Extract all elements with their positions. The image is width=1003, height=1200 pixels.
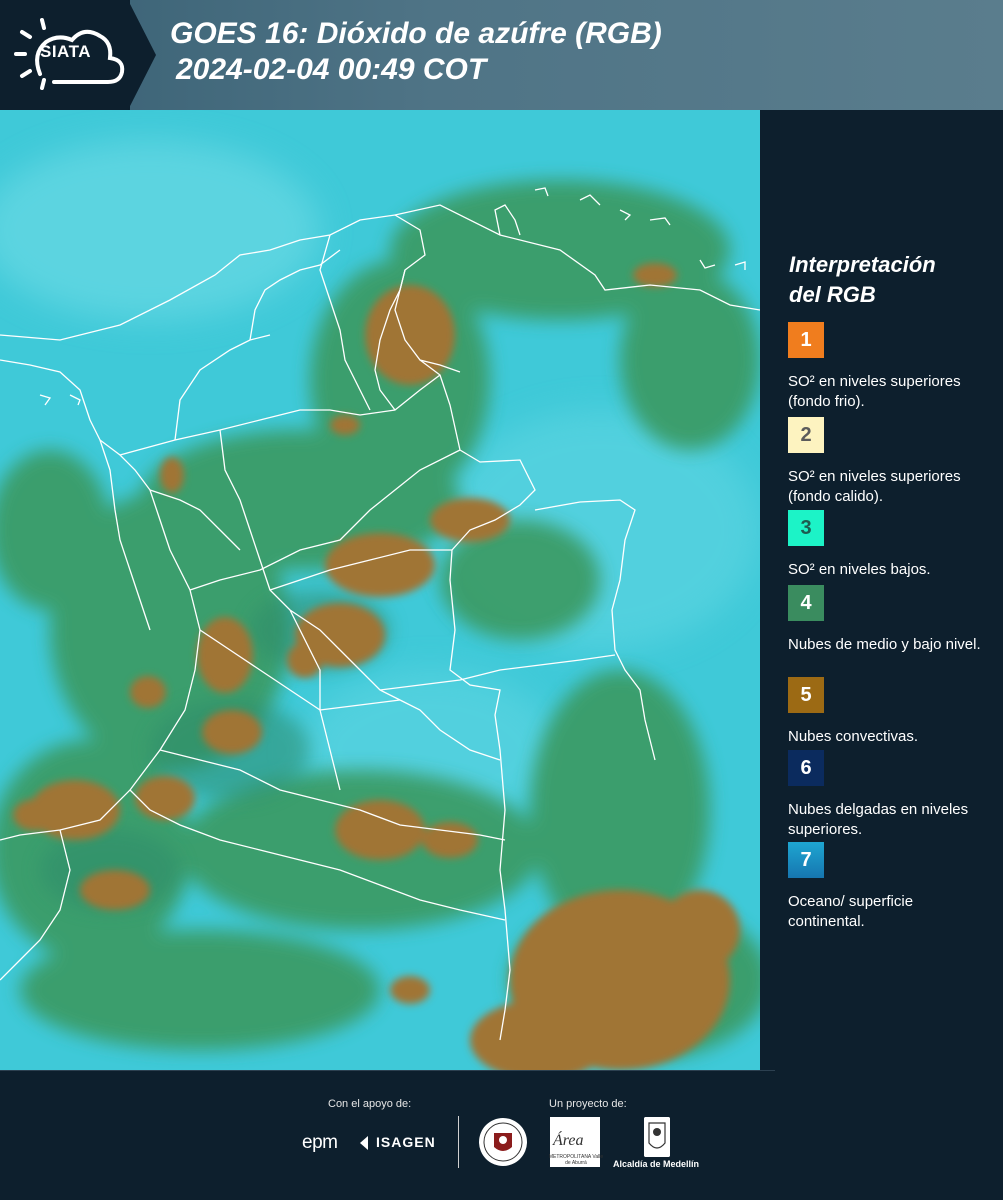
alcaldia-logo-text: Alcaldía de Medellín	[613, 1159, 700, 1169]
page-title: GOES 16: Dióxido de azúfre (RGB) 2024-02…	[170, 16, 662, 88]
legend-swatch: 5	[788, 677, 824, 713]
legend-label: Nubes de medio y bajo nivel.	[788, 636, 981, 653]
legend-label: Nubes convectivas.	[788, 728, 919, 745]
logo-divider	[458, 1116, 459, 1168]
legend-title-line2: del RGB	[789, 282, 876, 307]
legend-title: Interpretación del RGB	[789, 250, 989, 310]
legend-label: SO² en niveles superiores (fondo frio).	[788, 373, 961, 410]
title-line1: GOES 16: Dióxido de azúfre (RGB)	[170, 17, 662, 50]
logo-text: SIATA	[40, 42, 91, 61]
footer: Con el apoyo de: Un proyecto de: epm ISA…	[0, 1070, 1003, 1200]
legend-title-line1: Interpretación	[789, 252, 936, 277]
legend-label: SO² en niveles bajos.	[788, 561, 931, 578]
support-label: Con el apoyo de:	[328, 1098, 412, 1110]
rgb-legend: Interpretación del RGB 1 SO² en niveles …	[760, 110, 1003, 1070]
project-label: Un proyecto de:	[549, 1098, 627, 1110]
epm-logo: epm	[302, 1132, 338, 1153]
isagen-logo: ISAGEN	[376, 1134, 436, 1150]
legend-item-4: 4 Nubes de medio y bajo nivel.	[788, 585, 988, 655]
legend-label: Oceano/ superficie continental.	[788, 893, 914, 930]
header: SIATA GOES 16: Dióxido de azúfre (RGB) 2…	[0, 0, 1003, 110]
legend-item-5: 5 Nubes convectivas.	[788, 677, 988, 747]
area-logo-subtext: METROPOLITANA Valle de Aburrá	[548, 1154, 604, 1166]
footer-divider-line	[0, 1070, 775, 1071]
legend-swatch: 3	[788, 510, 824, 546]
legend-swatch: 7	[788, 842, 824, 878]
legend-swatch: 2	[788, 417, 824, 453]
isagen-mark-icon	[360, 1136, 368, 1150]
satellite-image	[0, 110, 760, 1070]
legend-item-2: 2 SO² en niveles superiores (fondo calid…	[788, 417, 988, 507]
legend-label: Nubes delgadas en niveles superiores.	[788, 801, 969, 838]
seal-icon	[479, 1118, 527, 1166]
legend-label: SO² en niveles superiores (fondo calido)…	[788, 468, 961, 505]
legend-swatch: 1	[788, 322, 824, 358]
legend-item-7: 7 Oceano/ superficie continental.	[788, 842, 988, 932]
alcaldia-shield-icon	[644, 1117, 670, 1157]
title-line2: 2024-02-04 00:49 COT	[176, 53, 487, 86]
area-logo-text: Área	[553, 1132, 584, 1149]
satellite-map[interactable]	[0, 110, 760, 1070]
legend-swatch: 4	[788, 585, 824, 621]
legend-item-3: 3 SO² en niveles bajos.	[788, 510, 988, 580]
legend-swatch: 6	[788, 750, 824, 786]
legend-item-6: 6 Nubes delgadas en niveles superiores.	[788, 750, 988, 840]
legend-item-1: 1 SO² en niveles superiores (fondo frio)…	[788, 322, 988, 412]
